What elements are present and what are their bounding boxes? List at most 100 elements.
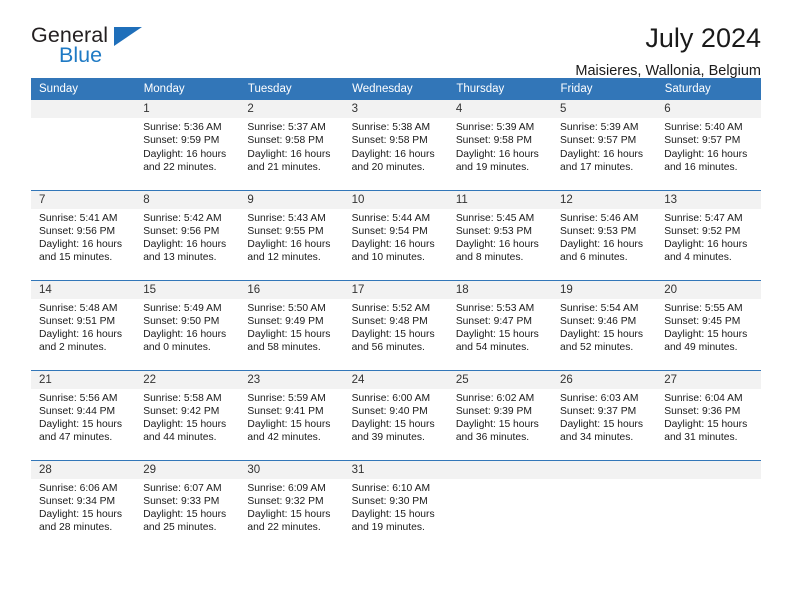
daylight-text-line1: Daylight: 15 hours bbox=[143, 509, 227, 521]
calendar-grid: Sunday Monday Tuesday Wednesday Thursday… bbox=[31, 78, 762, 550]
day-cell[interactable]: 23 Sunrise: 5:59 AM Sunset: 9:41 PM Dayl… bbox=[239, 370, 344, 461]
day-details: Sunrise: 5:59 AM Sunset: 9:41 PM Dayligh… bbox=[239, 389, 343, 445]
daylight-text-line2: and 17 minutes. bbox=[560, 161, 634, 173]
day-number: 7 bbox=[31, 190, 136, 209]
day-cell[interactable]: 6 Sunrise: 5:40 AM Sunset: 9:57 PM Dayli… bbox=[656, 100, 761, 191]
sunset-text: Sunset: 9:47 PM bbox=[455, 315, 532, 327]
daylight-text-line1: Daylight: 15 hours bbox=[247, 419, 331, 431]
sunrise-text: Sunrise: 6:03 AM bbox=[560, 392, 639, 404]
day-details: Sunrise: 6:02 AM Sunset: 9:39 PM Dayligh… bbox=[448, 389, 552, 445]
day-cell[interactable]: 7 Sunrise: 5:41 AM Sunset: 9:56 PM Dayli… bbox=[31, 190, 136, 281]
day-cell[interactable]: 20 Sunrise: 5:55 AM Sunset: 9:45 PM Dayl… bbox=[656, 280, 761, 371]
day-cell[interactable]: 5 Sunrise: 5:39 AM Sunset: 9:57 PM Dayli… bbox=[552, 100, 657, 191]
day-number: 19 bbox=[552, 280, 657, 299]
day-cell[interactable]: 29 Sunrise: 6:07 AM Sunset: 9:33 PM Dayl… bbox=[135, 460, 240, 550]
sunrise-text: Sunrise: 5:44 AM bbox=[351, 212, 431, 224]
day-details bbox=[31, 118, 135, 121]
day-number: 25 bbox=[447, 370, 553, 389]
day-cell[interactable]: 30 Sunrise: 6:09 AM Sunset: 9:32 PM Dayl… bbox=[239, 460, 344, 550]
daylight-text-line1: Daylight: 15 hours bbox=[351, 419, 435, 431]
day-cell[interactable]: 26 Sunrise: 6:03 AM Sunset: 9:37 PM Dayl… bbox=[552, 370, 657, 461]
daylight-text-line1: Daylight: 16 hours bbox=[664, 239, 748, 251]
daylight-text-line2: and 22 minutes. bbox=[143, 161, 217, 173]
week-row: 7 Sunrise: 5:41 AM Sunset: 9:56 PM Dayli… bbox=[31, 190, 761, 281]
day-details: Sunrise: 5:54 AM Sunset: 9:46 PM Dayligh… bbox=[552, 299, 656, 355]
sunset-text: Sunset: 9:56 PM bbox=[143, 225, 220, 237]
sunset-text: Sunset: 9:53 PM bbox=[560, 225, 637, 237]
day-cell[interactable]: 15 Sunrise: 5:49 AM Sunset: 9:50 PM Dayl… bbox=[135, 280, 240, 371]
daylight-text-line2: and 13 minutes. bbox=[143, 252, 217, 264]
day-cell[interactable]: 4 Sunrise: 5:39 AM Sunset: 9:58 PM Dayli… bbox=[447, 100, 553, 191]
day-details: Sunrise: 5:39 AM Sunset: 9:58 PM Dayligh… bbox=[448, 118, 552, 174]
day-cell[interactable]: 13 Sunrise: 5:47 AM Sunset: 9:52 PM Dayl… bbox=[656, 190, 761, 281]
calendar-body: 1 Sunrise: 5:36 AM Sunset: 9:59 PM Dayli… bbox=[31, 100, 761, 550]
title-block: July 2024 Maisieres, Wallonia, Belgium bbox=[575, 22, 761, 81]
sunrise-text: Sunrise: 6:02 AM bbox=[455, 392, 535, 404]
sunrise-text: Sunrise: 5:39 AM bbox=[560, 122, 639, 133]
week-row: 28 Sunrise: 6:06 AM Sunset: 9:34 PM Dayl… bbox=[31, 460, 761, 550]
day-cell[interactable]: 11 Sunrise: 5:45 AM Sunset: 9:53 PM Dayl… bbox=[447, 190, 553, 281]
daylight-text-line2: and 28 minutes. bbox=[39, 522, 113, 534]
daylight-text-line1: Daylight: 15 hours bbox=[664, 419, 748, 431]
logo-text-blue: Blue bbox=[59, 43, 103, 67]
day-cell[interactable] bbox=[31, 100, 136, 191]
calendar-page: General Blue July 2024 Maisieres, Wallon… bbox=[0, 0, 792, 612]
weekday-header-tuesday: Tuesday bbox=[239, 78, 345, 100]
day-cell[interactable]: 22 Sunrise: 5:58 AM Sunset: 9:42 PM Dayl… bbox=[135, 370, 240, 461]
sunrise-text: Sunrise: 6:10 AM bbox=[351, 482, 431, 494]
day-cell[interactable]: 18 Sunrise: 5:53 AM Sunset: 9:47 PM Dayl… bbox=[447, 280, 553, 371]
day-cell[interactable]: 8 Sunrise: 5:42 AM Sunset: 9:56 PM Dayli… bbox=[135, 190, 240, 281]
day-details: Sunrise: 5:43 AM Sunset: 9:55 PM Dayligh… bbox=[239, 209, 343, 265]
day-details: Sunrise: 5:55 AM Sunset: 9:45 PM Dayligh… bbox=[656, 299, 760, 355]
daylight-text-line2: and 4 minutes. bbox=[664, 252, 732, 264]
sunset-text: Sunset: 9:53 PM bbox=[455, 225, 532, 237]
day-cell[interactable] bbox=[656, 460, 761, 550]
day-cell[interactable]: 3 Sunrise: 5:38 AM Sunset: 9:58 PM Dayli… bbox=[343, 100, 448, 191]
day-details: Sunrise: 6:04 AM Sunset: 9:36 PM Dayligh… bbox=[656, 389, 760, 445]
daylight-text-line2: and 22 minutes. bbox=[247, 522, 321, 534]
day-number: 2 bbox=[239, 100, 344, 118]
daylight-text-line2: and 21 minutes. bbox=[247, 161, 321, 173]
daylight-text-line2: and 15 minutes. bbox=[39, 252, 113, 264]
day-number: 27 bbox=[656, 370, 761, 389]
sunset-text: Sunset: 9:34 PM bbox=[39, 495, 116, 507]
sunrise-text: Sunrise: 5:52 AM bbox=[351, 302, 431, 314]
day-cell[interactable]: 21 Sunrise: 5:56 AM Sunset: 9:44 PM Dayl… bbox=[31, 370, 136, 461]
day-cell[interactable]: 17 Sunrise: 5:52 AM Sunset: 9:48 PM Dayl… bbox=[343, 280, 448, 371]
day-cell[interactable]: 31 Sunrise: 6:10 AM Sunset: 9:30 PM Dayl… bbox=[343, 460, 448, 550]
page-subtitle: Maisieres, Wallonia, Belgium bbox=[575, 63, 761, 79]
day-cell[interactable] bbox=[447, 460, 553, 550]
weekday-header-saturday: Saturday bbox=[656, 78, 762, 100]
day-cell[interactable]: 16 Sunrise: 5:50 AM Sunset: 9:49 PM Dayl… bbox=[239, 280, 344, 371]
day-number: 21 bbox=[31, 370, 136, 389]
day-details: Sunrise: 5:36 AM Sunset: 9:59 PM Dayligh… bbox=[135, 118, 239, 174]
daylight-text-line2: and 34 minutes. bbox=[560, 432, 634, 444]
day-cell[interactable] bbox=[552, 460, 657, 550]
daylight-text-line2: and 6 minutes. bbox=[560, 252, 628, 264]
day-cell[interactable]: 10 Sunrise: 5:44 AM Sunset: 9:54 PM Dayl… bbox=[343, 190, 448, 281]
sunset-text: Sunset: 9:44 PM bbox=[39, 405, 116, 417]
day-cell[interactable]: 2 Sunrise: 5:37 AM Sunset: 9:58 PM Dayli… bbox=[239, 100, 344, 191]
sunrise-text: Sunrise: 5:50 AM bbox=[247, 302, 326, 314]
day-cell[interactable]: 24 Sunrise: 6:00 AM Sunset: 9:40 PM Dayl… bbox=[343, 370, 448, 461]
daylight-text-line2: and 56 minutes. bbox=[351, 342, 425, 354]
sunset-text: Sunset: 9:57 PM bbox=[560, 135, 637, 147]
day-cell[interactable]: 25 Sunrise: 6:02 AM Sunset: 9:39 PM Dayl… bbox=[447, 370, 553, 461]
day-details bbox=[448, 479, 552, 482]
day-cell[interactable]: 27 Sunrise: 6:04 AM Sunset: 9:36 PM Dayl… bbox=[656, 370, 761, 461]
day-cell[interactable]: 14 Sunrise: 5:48 AM Sunset: 9:51 PM Dayl… bbox=[31, 280, 136, 371]
day-details: Sunrise: 5:37 AM Sunset: 9:58 PM Dayligh… bbox=[239, 118, 343, 174]
day-cell[interactable]: 9 Sunrise: 5:43 AM Sunset: 9:55 PM Dayli… bbox=[239, 190, 344, 281]
day-cell[interactable]: 28 Sunrise: 6:06 AM Sunset: 9:34 PM Dayl… bbox=[31, 460, 136, 550]
sunset-text: Sunset: 9:39 PM bbox=[455, 405, 532, 417]
day-cell[interactable]: 12 Sunrise: 5:46 AM Sunset: 9:53 PM Dayl… bbox=[552, 190, 657, 281]
sunrise-text: Sunrise: 5:43 AM bbox=[247, 212, 326, 224]
day-cell[interactable]: 1 Sunrise: 5:36 AM Sunset: 9:59 PM Dayli… bbox=[135, 100, 240, 191]
day-cell[interactable]: 19 Sunrise: 5:54 AM Sunset: 9:46 PM Dayl… bbox=[552, 280, 657, 371]
day-details: Sunrise: 6:06 AM Sunset: 9:34 PM Dayligh… bbox=[31, 479, 135, 535]
daylight-text-line2: and 47 minutes. bbox=[39, 432, 113, 444]
page-header: General Blue July 2024 Maisieres, Wallon… bbox=[31, 0, 761, 81]
sunset-text: Sunset: 9:58 PM bbox=[247, 135, 324, 147]
day-number: 9 bbox=[239, 190, 344, 209]
daylight-text-line2: and 25 minutes. bbox=[143, 522, 217, 534]
